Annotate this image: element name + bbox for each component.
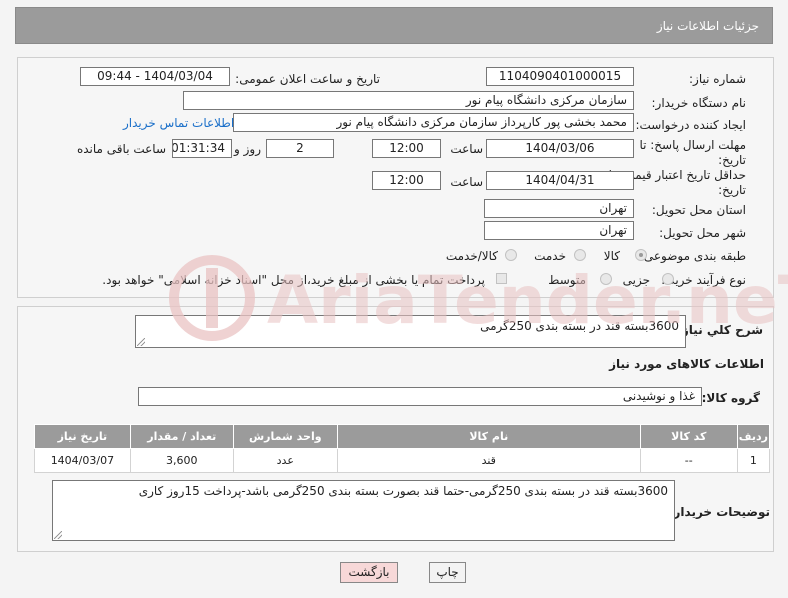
- buyer-org-field: سازمان مرکزی دانشگاه پیام نور: [183, 91, 634, 110]
- process-option-partial: جزیی: [622, 273, 650, 287]
- table-row: 1 -- قند عدد 3,600 1404/03/07: [34, 448, 771, 473]
- buyer-notes-text: 3600بسته قند در بسته بندی 250گرمی-حتما ق…: [138, 484, 668, 498]
- col-quantity: تعداد / مقدار: [129, 424, 234, 449]
- category-option-goods-service: کالا/خدمت: [445, 249, 498, 263]
- category-label: طبقه بندی موضوعی:: [639, 249, 746, 263]
- general-desc-field: 3600بسته قند در بسته بندی 250گرمی: [135, 315, 686, 348]
- process-radio-partial[interactable]: [662, 273, 674, 285]
- reply-days-field: 2: [266, 139, 334, 158]
- validity-date-field: 1404/04/31: [486, 171, 634, 190]
- category-radio-goods-service[interactable]: [505, 249, 517, 261]
- print-button[interactable]: چاپ: [429, 562, 466, 583]
- reply-deadline-label: مهلت ارسال پاسخ: تا تاریخ:: [639, 138, 746, 167]
- resize-grip-icon[interactable]: [54, 531, 62, 539]
- delivery-city-field: تهران: [484, 221, 634, 240]
- delivery-city-label: شهر محل تحویل:: [659, 226, 746, 240]
- category-option-service: خدمت: [534, 249, 566, 263]
- remaining-label: ساعت باقی مانده: [76, 142, 166, 156]
- col-row-number: ردیف: [736, 424, 771, 449]
- items-info-heading: اطلاعات کالاهای مورد نیاز: [609, 357, 764, 371]
- cell-need-date: 1404/03/07: [34, 448, 131, 473]
- announce-datetime-field: 1404/03/04 - 09:44: [80, 67, 230, 86]
- creator-field: محمد بخشی پور کارپرداز سازمان مرکزی دانش…: [233, 113, 634, 132]
- buyer-contact-link[interactable]: اطلاعات تماس خریدار: [123, 116, 234, 130]
- process-radio-medium[interactable]: [600, 273, 612, 285]
- cell-item-code: --: [639, 448, 738, 473]
- reply-date-field: 1404/03/06: [486, 139, 634, 158]
- cell-quantity: 3,600: [129, 448, 234, 473]
- reply-time-field: 12:00: [372, 139, 441, 158]
- delivery-province-label: استان محل تحویل:: [651, 203, 746, 217]
- validity-time-field: 12:00: [372, 171, 441, 190]
- col-item-code: کد کالا: [639, 424, 738, 449]
- page-title: جزئیات اطلاعات نیاز: [656, 19, 759, 33]
- resize-grip-icon[interactable]: [137, 338, 145, 346]
- goods-group-field: غذا و نوشیدنی: [138, 387, 702, 406]
- reply-time-label: ساعت: [450, 142, 483, 156]
- category-radio-goods[interactable]: [635, 249, 647, 261]
- general-desc-label: شرح كلي نياز:: [677, 323, 763, 337]
- announce-datetime-label: تاریخ و ساعت اعلان عمومی:: [235, 72, 380, 86]
- payment-treasury-checkbox[interactable]: [496, 273, 507, 284]
- back-button[interactable]: بازگشت: [340, 562, 398, 583]
- validity-time-label: ساعت: [450, 175, 483, 189]
- category-radio-service[interactable]: [574, 249, 586, 261]
- delivery-province-field: تهران: [484, 199, 634, 218]
- day-and-label: روز و: [234, 142, 261, 156]
- category-option-goods: کالا: [603, 249, 620, 263]
- buyer-notes-label: توضیحات خریدار:: [668, 505, 770, 519]
- buyer-org-label: نام دستگاه خریدار:: [651, 96, 747, 110]
- col-need-date: تاریخ نیاز: [34, 424, 131, 449]
- col-unit: واحد شمارش: [232, 424, 338, 449]
- process-option-medium: متوسط: [548, 273, 586, 287]
- need-number-label: شماره نیاز:: [689, 72, 746, 86]
- remaining-time-field: 01:31:34: [172, 139, 232, 158]
- creator-label: ایجاد کننده درخواست:: [635, 118, 746, 132]
- buyer-notes-field: 3600بسته قند در بسته بندی 250گرمی-حتما ق…: [52, 480, 675, 541]
- cell-row-number: 1: [736, 448, 771, 473]
- col-item-name: نام کالا: [336, 424, 641, 449]
- general-desc-text: 3600بسته قند در بسته بندی 250گرمی: [480, 319, 679, 333]
- cell-item-name: قند: [336, 448, 641, 473]
- payment-treasury-note: پرداخت تمام یا بخشی از مبلغ خرید،از محل …: [102, 273, 485, 287]
- goods-group-label: گروه کالا:: [701, 391, 760, 405]
- cell-unit: عدد: [232, 448, 338, 473]
- need-number-field: 1104090401000015: [486, 67, 634, 86]
- items-table: ردیف کد کالا نام کالا واحد شمارش تعداد /…: [34, 424, 771, 473]
- page-header: جزئیات اطلاعات نیاز: [15, 7, 773, 44]
- items-table-header: ردیف کد کالا نام کالا واحد شمارش تعداد /…: [34, 424, 771, 449]
